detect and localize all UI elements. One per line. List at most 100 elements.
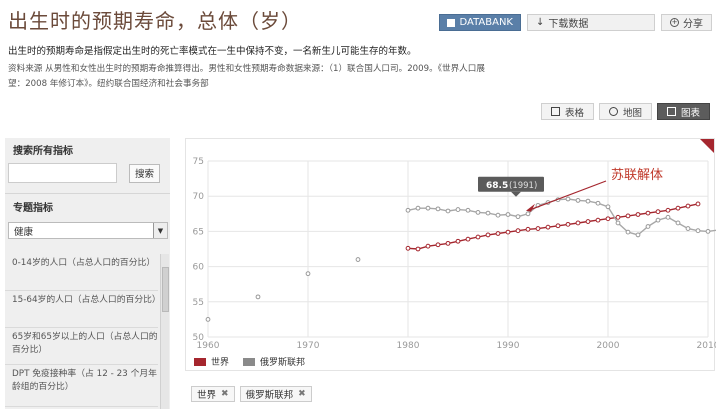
data-point <box>555 223 561 229</box>
y-tick-label: 75 <box>193 157 204 167</box>
share-label: 分享 <box>683 19 703 30</box>
sidebar-scrollbar[interactable] <box>160 254 169 409</box>
data-point <box>505 212 511 217</box>
data-point <box>535 226 541 231</box>
search-input[interactable] <box>8 163 117 183</box>
download-button[interactable]: ↓ 下载数据 <box>527 14 655 31</box>
databank-label: DATABANK <box>459 17 513 28</box>
data-point <box>685 226 691 231</box>
scrollbar-thumb[interactable] <box>162 267 169 312</box>
table-icon <box>550 107 560 116</box>
chip-label: 俄罗斯联邦 <box>245 390 294 401</box>
data-point <box>455 238 461 244</box>
description: 出生时的预期寿命是指假定出生时的死亡率模式在一生中保持不变，一名新生儿可能生存的… <box>8 46 417 57</box>
data-point <box>205 317 211 322</box>
data-point <box>575 220 581 226</box>
chevron-down-icon[interactable]: ▼ <box>153 223 167 238</box>
legend-swatch-russia <box>243 357 256 366</box>
list-item[interactable]: 65岁和65岁以上的人口（占总人口的百分比） <box>5 328 158 365</box>
data-point <box>675 220 681 226</box>
data-point <box>445 240 451 246</box>
legend-item-russia[interactable]: 俄罗斯联邦 <box>243 355 305 368</box>
chip-world[interactable]: 世界 ✖ <box>191 386 235 402</box>
y-tick-label: 70 <box>193 192 205 202</box>
source-note: 资料来源 从男性和女性出生时的预期寿命推算得出。男性和女性预期寿命数据来源：（1… <box>8 62 698 92</box>
data-point <box>525 211 531 217</box>
search-button[interactable]: 搜索 <box>129 163 161 183</box>
y-tick-label: 55 <box>193 298 204 308</box>
search-row: 搜索 <box>5 161 170 183</box>
data-point <box>665 207 671 213</box>
chip-label: 世界 <box>197 390 217 401</box>
sidebar: 搜索所有指标 搜索 专题指标 健康 ▼ 0-14岁的人口（占总人口的百分比） 1… <box>5 138 170 409</box>
data-point <box>425 205 431 211</box>
close-icon[interactable]: ✖ <box>298 389 306 399</box>
legend-label-world: 世界 <box>211 358 230 368</box>
data-point <box>485 232 491 238</box>
data-point <box>415 205 421 211</box>
page-title: 出生时的预期寿命，总体（岁） <box>8 9 302 33</box>
data-point <box>665 214 671 220</box>
legend-label-russia: 俄罗斯联邦 <box>260 358 306 368</box>
tooltip-year: (1991) <box>509 181 537 191</box>
data-point <box>565 196 571 202</box>
list-item[interactable]: DPT 免疫接种率（占 12 - 23 个月年龄组的百分比） <box>5 365 158 407</box>
tab-table-label: 表格 <box>564 107 584 119</box>
source-line-2: 望：2008 年修订本》。纽约联合国经济和社会事务部 <box>8 79 209 89</box>
tab-chart-label: 图表 <box>680 107 700 119</box>
y-tick-label: 60 <box>193 263 205 273</box>
data-point <box>355 257 361 262</box>
data-point <box>635 212 641 217</box>
tab-map[interactable]: 地图 <box>598 103 652 120</box>
databank-button[interactable]: DATABANK <box>439 14 521 31</box>
x-tick-label: 2010 <box>697 341 716 351</box>
data-point <box>645 210 651 216</box>
data-point <box>655 217 661 223</box>
list-item[interactable]: 0-14岁的人口（占总人口的百分比） <box>5 254 158 291</box>
download-label: 下载数据 <box>548 19 589 30</box>
data-point <box>455 207 461 212</box>
x-tick-label: 1970 <box>297 341 320 351</box>
plus-icon: + <box>670 18 679 27</box>
data-point <box>495 212 501 218</box>
tab-map-label: 地图 <box>622 107 642 119</box>
data-point <box>405 245 411 251</box>
x-tick-label: 1980 <box>397 341 420 351</box>
data-point <box>485 210 491 216</box>
source-line-1: 资料来源 从男性和女性出生时的预期寿命推算得出。男性和女性预期寿命数据来源：（1… <box>8 64 485 74</box>
list-item[interactable]: 15-64岁的人口（占总人口的百分比） <box>5 291 161 328</box>
data-point <box>645 224 651 229</box>
chart-panel: 505560657075196019701980199020002010苏联解体… <box>185 138 720 371</box>
close-icon[interactable]: ✖ <box>221 389 229 399</box>
tooltip-value: 68.5 <box>486 181 508 191</box>
x-tick-label: 1990 <box>497 341 520 351</box>
chart-legend: 世界 俄罗斯联邦 <box>194 355 305 368</box>
data-point <box>595 217 601 223</box>
databank-icon <box>447 18 456 27</box>
chip-russia[interactable]: 俄罗斯联邦 ✖ <box>239 386 312 402</box>
search-heading: 搜索所有指标 <box>13 146 73 157</box>
data-point <box>585 219 591 224</box>
share-button[interactable]: + 分享 <box>661 14 712 31</box>
data-point <box>655 209 661 215</box>
data-point <box>695 201 701 207</box>
tab-table[interactable]: 表格 <box>540 103 594 120</box>
data-point <box>705 229 711 234</box>
x-tick-label: 1960 <box>197 341 220 351</box>
topic-heading: 专题指标 <box>13 203 53 214</box>
tab-chart[interactable]: 图表 <box>656 103 710 120</box>
topic-select[interactable]: 健康 ▼ <box>8 222 168 239</box>
chart-icon <box>666 107 676 116</box>
legend-swatch-world <box>194 357 206 366</box>
data-point <box>415 246 421 252</box>
data-point <box>565 221 571 227</box>
legend-item-world[interactable]: 世界 <box>194 355 229 368</box>
x-tick-label: 2000 <box>597 341 620 351</box>
data-point <box>585 198 591 204</box>
selected-countries: 世界 ✖ 俄罗斯联邦 ✖ <box>191 386 312 402</box>
data-point <box>465 207 471 213</box>
topic-select-value: 健康 <box>14 226 34 238</box>
life-expectancy-chart: 505560657075196019701980199020002010苏联解体… <box>193 157 720 351</box>
data-point <box>625 213 631 219</box>
corner-flag-icon[interactable] <box>700 139 714 153</box>
